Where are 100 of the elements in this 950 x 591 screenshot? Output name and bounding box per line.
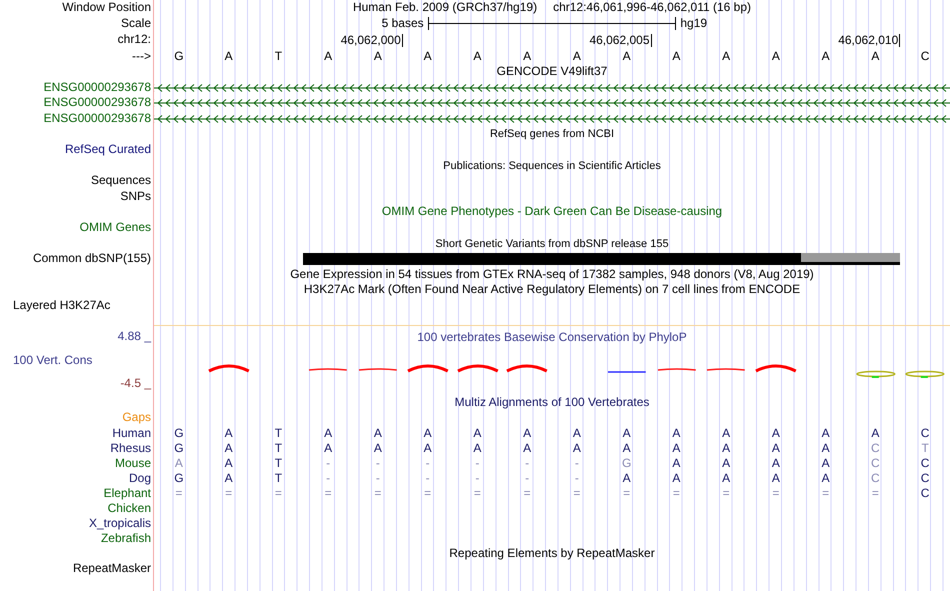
alignment-base: = (623, 486, 630, 501)
position-tick: 46,062,005 (589, 34, 652, 47)
alignment-base: A (622, 440, 631, 456)
track-label: RefSeq Curated (64, 142, 151, 156)
alignment-base: - (525, 470, 530, 486)
alignment-base: - (426, 470, 430, 486)
alignment-base: A (672, 456, 680, 471)
alignment-base: C (920, 470, 930, 486)
alignment-base: - (326, 456, 330, 471)
alignment-base: T (921, 440, 929, 456)
track-label: Elephant (104, 486, 151, 500)
alignment-base: A (722, 456, 730, 471)
alignment-base: = (374, 486, 382, 501)
track-title: GENCODE V49lift37 (496, 64, 608, 78)
alignment-base: T (274, 426, 282, 441)
alignment-base: A (572, 426, 581, 441)
track-label: SNPs (120, 188, 151, 203)
alignment-base: A (822, 440, 830, 456)
alignment-base: - (525, 456, 530, 471)
alignment-base: A (772, 440, 780, 456)
alignment-base: C (871, 470, 880, 486)
alignment-base: A (224, 440, 233, 456)
alignment-base: A (622, 426, 631, 441)
alignment-base: = (175, 486, 182, 501)
alignment-base: C (920, 456, 930, 471)
base-letter: A (224, 48, 233, 64)
alignment-base: T (274, 470, 282, 486)
alignment-base: = (772, 486, 780, 501)
alignment-base: = (274, 486, 282, 501)
track-title: Repeating Elements by RepeatMasker (449, 546, 655, 560)
alignment-base: C (920, 426, 930, 441)
alignment-base: = (822, 486, 830, 501)
alignment-base: C (920, 486, 930, 501)
alignment-base: = (474, 486, 481, 501)
position-tick: 46,062,010 (838, 34, 900, 47)
alignment-base: = (225, 486, 232, 501)
track-label: Mouse (114, 456, 151, 470)
alignment-base: A (374, 426, 382, 441)
track-title: Gene Expression in 54 tissues from GTEx RNA-seq of 17382 samples, 948 donors (V8, Aug 2019) (290, 266, 814, 281)
base-letter: A (722, 48, 730, 64)
track-label: ---> (132, 49, 151, 63)
alignment-base: T (274, 456, 282, 471)
base-letter: A (622, 48, 631, 64)
alignment-base: C (871, 440, 880, 456)
alignment-base: A (224, 470, 233, 486)
alignment-base: A (224, 426, 233, 441)
alignment-base: A (672, 426, 680, 441)
alignment-base: G (174, 470, 184, 486)
track-label: chr12: (118, 32, 151, 46)
alignment-base: G (174, 426, 184, 441)
assembly-name: hg19 (680, 16, 708, 30)
alignment-base: = (424, 486, 432, 501)
alignment-base: A (174, 456, 183, 471)
alignment-base: A (424, 426, 432, 441)
alignment-base: = (324, 486, 332, 501)
alignment-base: - (326, 470, 330, 486)
alignment-base: A (672, 440, 680, 456)
alignment-base: A (722, 470, 730, 486)
track-title: OMIM Gene Phenotypes - Dark Green Can Be Disease-causing (382, 204, 722, 218)
track-label: Scale (120, 16, 151, 30)
track-label: Human (112, 426, 151, 440)
track-label: X_tropicalis (88, 516, 151, 530)
track-title: 100 vertebrates Basewise Conservation by PhyloP (417, 330, 687, 344)
track-label: RepeatMasker (72, 561, 151, 576)
base-letter: A (424, 48, 432, 64)
alignment-base: A (772, 470, 780, 486)
track-label: Rhesus (110, 440, 151, 455)
track-label: Chicken (108, 500, 151, 515)
base-letter: A (772, 48, 780, 64)
alignment-base: A (572, 440, 581, 456)
alignment-base: A (374, 440, 382, 456)
position-tick: 46,062,000 (340, 34, 403, 47)
base-letter: A (871, 48, 880, 64)
track-label: Window Position (62, 0, 151, 14)
track-title: RefSeq genes from NCBI (490, 128, 614, 140)
alignment-base: A (871, 426, 880, 441)
axis-max-label: 4.88 _ (118, 328, 151, 342)
alignment-base: - (376, 456, 380, 471)
axis-min-label: -4.5 _ (120, 376, 151, 390)
track-title: H3K27Ac Mark (Often Found Near Active Regulatory Elements) on 7 cell lines from ENCODE (304, 282, 800, 296)
base-letter: A (822, 48, 830, 64)
base-letter: G (174, 48, 184, 64)
alignment-base: = (872, 486, 879, 501)
track-title: Publications: Sequences in Scientific Articles (443, 160, 661, 172)
alignment-base: A (822, 426, 830, 441)
track-label: OMIM Genes (80, 220, 151, 234)
alignment-base: A (822, 456, 830, 471)
alignment-base: - (475, 470, 480, 486)
base-letter: T (274, 48, 282, 64)
alignment-base: A (324, 440, 332, 456)
alignment-base: T (274, 440, 282, 456)
base-letter: A (374, 48, 382, 64)
track-label: Common dbSNP(155) (32, 251, 151, 266)
alignment-base: A (224, 456, 233, 471)
base-letter: A (473, 48, 482, 64)
track-label: 100 Vert. Cons (13, 352, 92, 366)
alignment-base: A (523, 426, 532, 441)
alignment-base: = (524, 486, 531, 501)
alignment-base: A (324, 426, 332, 441)
alignment-base: A (672, 470, 680, 486)
